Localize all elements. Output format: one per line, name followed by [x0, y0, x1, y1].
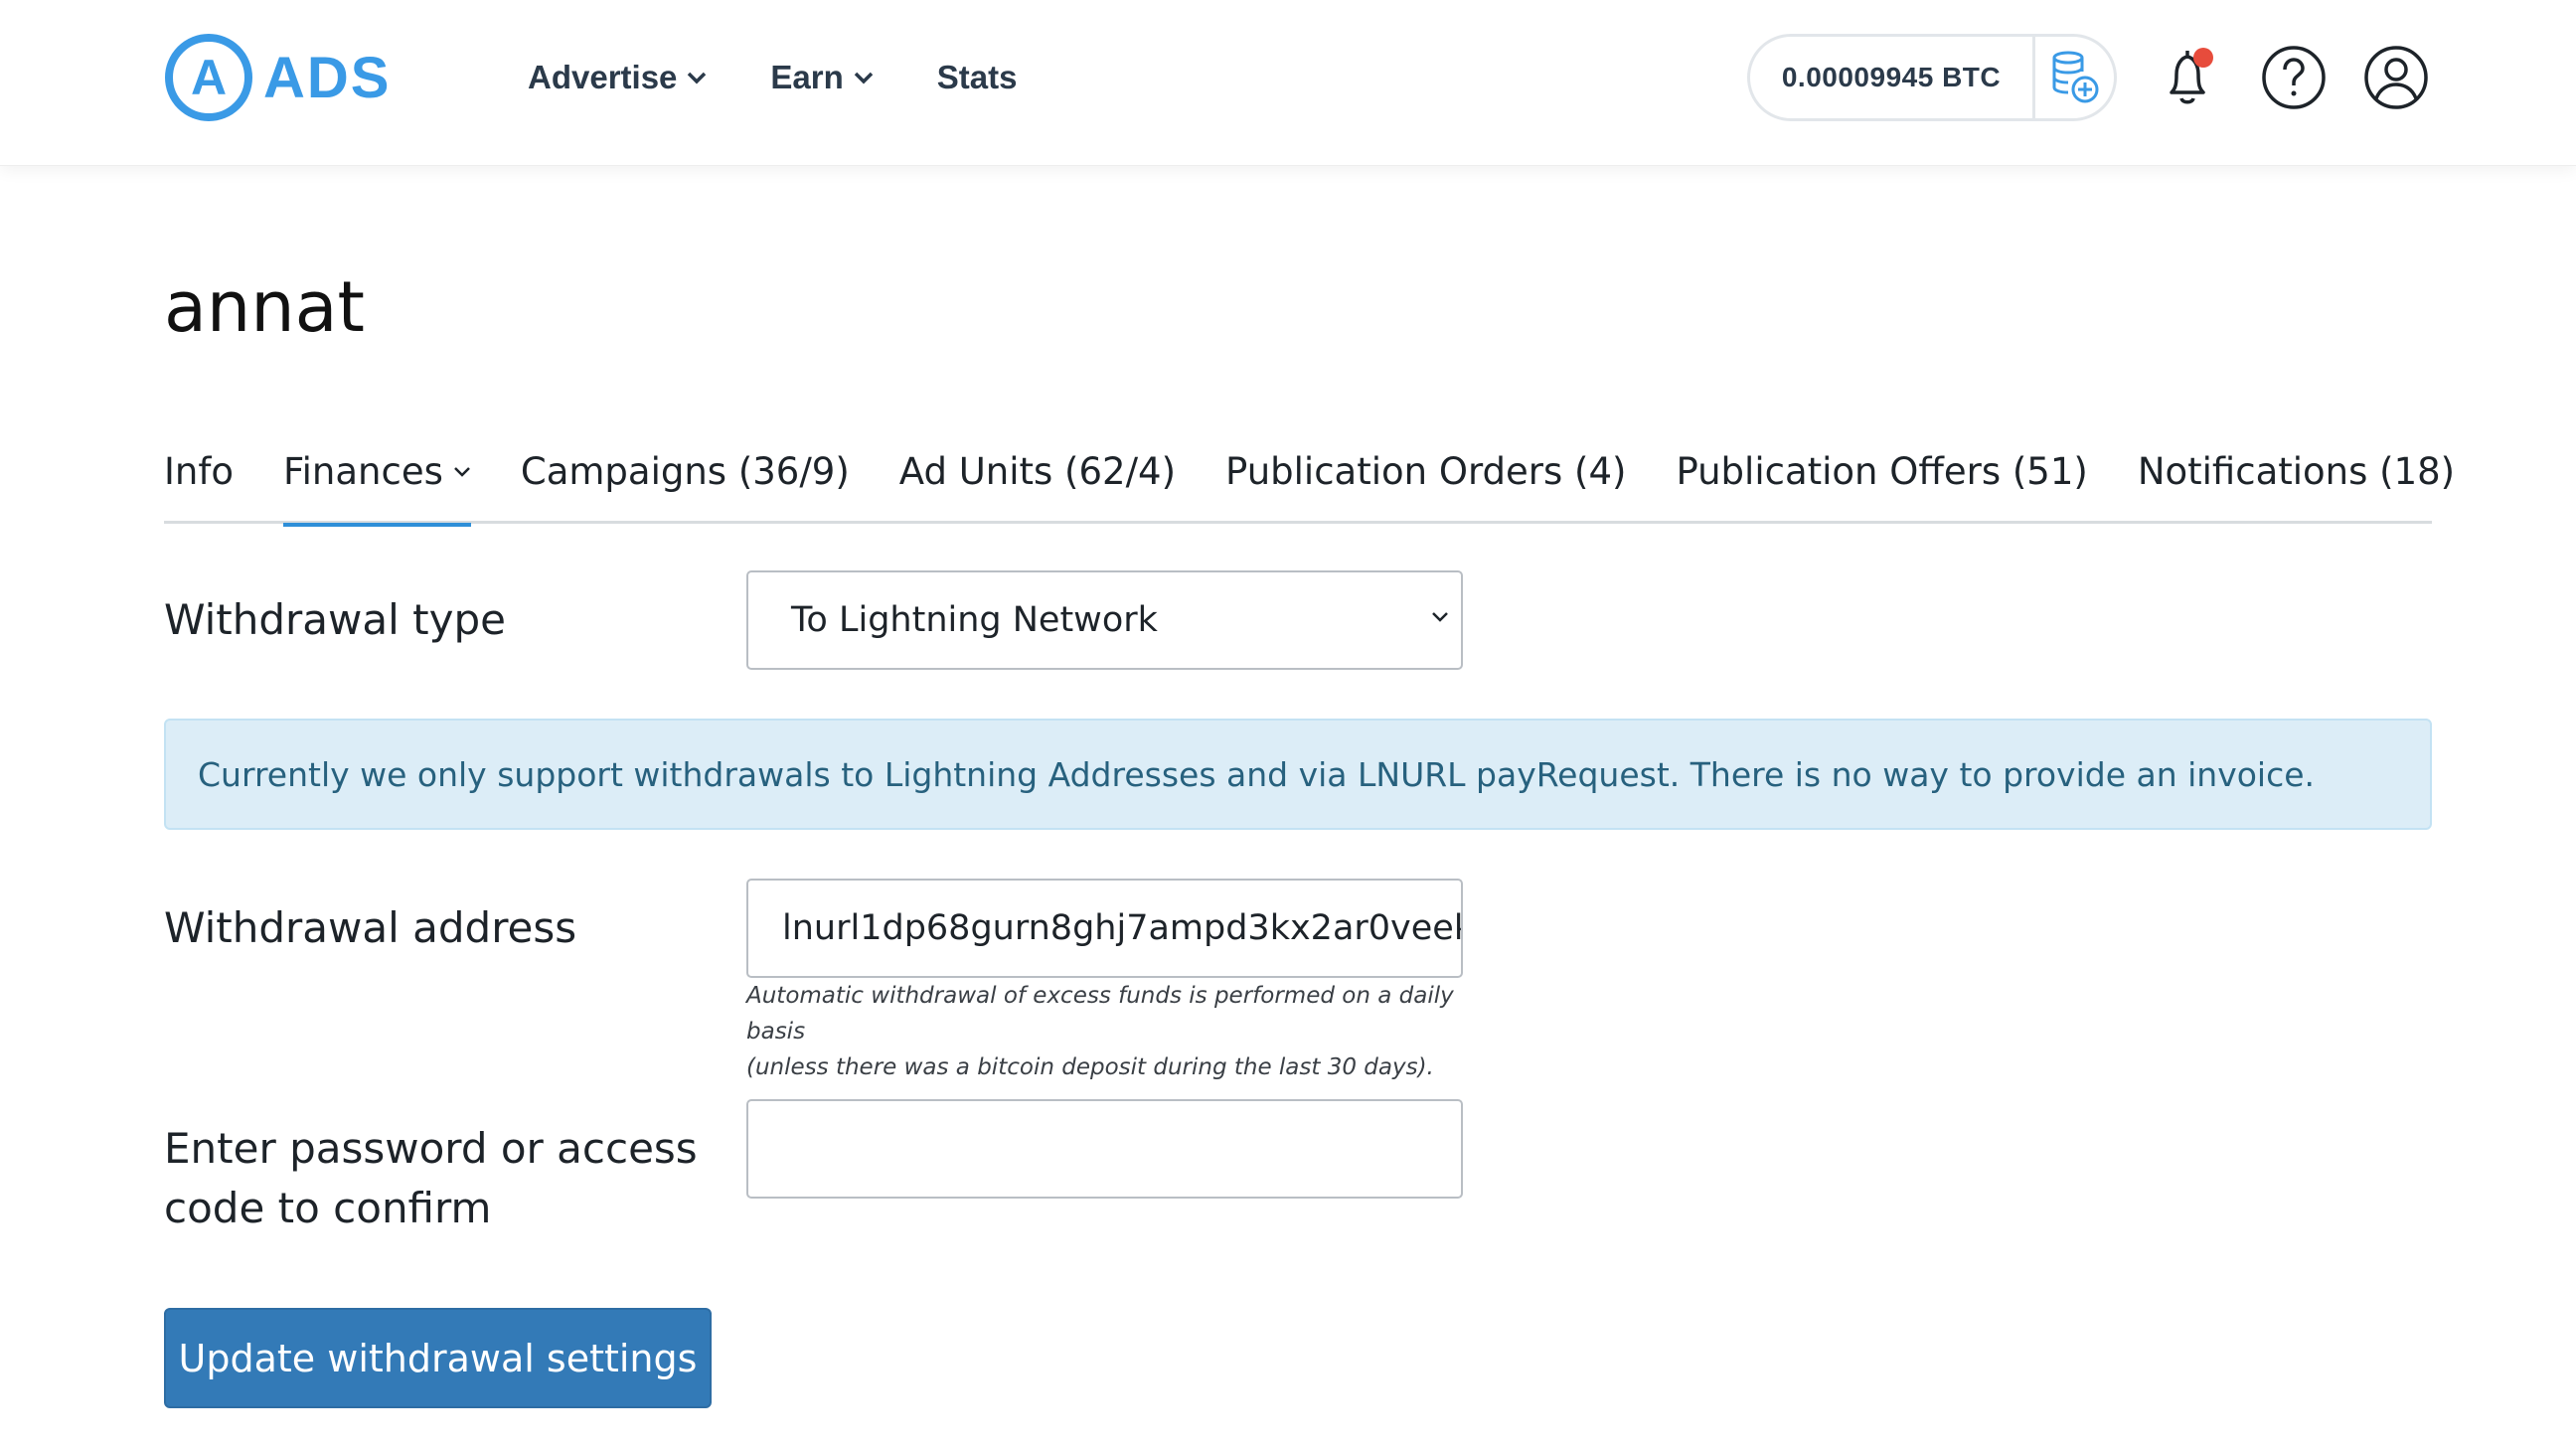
help-icon — [2262, 46, 2326, 109]
tab-finances-label: Finances — [283, 449, 443, 493]
info-alert: Currently we only support withdrawals to… — [164, 719, 2432, 830]
tab-ad-units[interactable]: Ad Units (62/4) — [899, 434, 1176, 524]
page-title: annat — [164, 266, 365, 348]
withdrawal-type-label: Withdrawal type — [164, 595, 506, 644]
balance-widget[interactable]: 0.00009945 BTC — [1747, 34, 2117, 121]
withdrawal-type-select[interactable]: To Lightning Network — [746, 570, 1463, 670]
chevron-down-icon — [1432, 612, 1448, 622]
logo-a-circle-icon: A — [165, 34, 252, 121]
tab-publication-orders[interactable]: Publication Orders (4) — [1225, 434, 1626, 524]
nav-advertise[interactable]: Advertise — [528, 59, 707, 96]
password-label-line2: code to confirm — [164, 1184, 492, 1232]
nav-stats-label: Stats — [936, 59, 1018, 95]
aads-logo[interactable]: A ADS — [164, 33, 391, 122]
coins-add-icon — [2052, 51, 2098, 103]
chevron-down-icon — [453, 467, 470, 477]
help-button[interactable] — [2259, 43, 2329, 112]
chevron-down-icon — [854, 72, 874, 84]
bell-icon — [2170, 48, 2213, 104]
notifications-button[interactable] — [2155, 43, 2224, 112]
withdrawal-address-label: Withdrawal address — [164, 903, 577, 952]
password-label-line1: Enter password or access — [164, 1124, 698, 1173]
tab-campaigns-label: Campaigns (36/9) — [520, 449, 850, 493]
svg-text:A: A — [191, 50, 227, 105]
tab-ad-units-label: Ad Units (62/4) — [898, 449, 1177, 493]
withdrawal-type-value: To Lightning Network — [791, 600, 1158, 640]
tab-publication-offers[interactable]: Publication Offers (51) — [1676, 434, 2087, 524]
nav-earn[interactable]: Earn — [770, 59, 874, 96]
tab-notifications[interactable]: Notifications (18) — [2138, 434, 2455, 524]
tab-info[interactable]: Info — [164, 434, 234, 524]
nav-earn-label: Earn — [770, 59, 844, 95]
withdrawal-hint: Automatic withdrawal of excess funds is … — [746, 978, 1502, 1085]
tab-finances[interactable]: Finances — [283, 434, 471, 527]
tab-notifications-label: Notifications (18) — [2137, 449, 2456, 493]
withdrawal-hint-line2: (unless there was a bitcoin deposit duri… — [746, 1054, 1434, 1080]
update-withdrawal-settings-button[interactable]: Update withdrawal settings — [164, 1308, 712, 1408]
nav-stats[interactable]: Stats — [937, 59, 1018, 96]
password-label: Enter password or access code to confirm — [164, 1119, 698, 1238]
withdrawal-address-input[interactable]: lnurl1dp68gurn8ghj7ampd3kx2ar0veekzar0wd… — [746, 879, 1463, 978]
tab-publication-orders-label: Publication Orders (4) — [1225, 449, 1627, 493]
tab-campaigns[interactable]: Campaigns (36/9) — [521, 434, 850, 524]
logo-text: ADS — [263, 45, 392, 110]
tab-publication-offers-label: Publication Offers (51) — [1676, 449, 2088, 493]
password-input[interactable] — [746, 1099, 1463, 1199]
withdrawal-hint-line1: Automatic withdrawal of excess funds is … — [746, 983, 1454, 1045]
withdrawal-address-value: lnurl1dp68gurn8ghj7ampd3kx2ar0veekzar0wd… — [782, 908, 1463, 948]
user-menu-button[interactable] — [2361, 43, 2431, 112]
tab-info-label: Info — [164, 449, 235, 493]
add-funds-button[interactable] — [2035, 37, 2114, 118]
info-alert-text: Currently we only support withdrawals to… — [198, 754, 2316, 794]
user-icon — [2364, 46, 2428, 109]
chevron-down-icon — [688, 72, 707, 84]
balance-amount: 0.00009945 BTC — [1781, 62, 2002, 92]
nav-advertise-label: Advertise — [528, 59, 678, 95]
top-header: A ADS Advertise Earn Stats 0.00009945 BT… — [0, 0, 2576, 166]
main-nav: Advertise Earn Stats — [528, 52, 1080, 103]
page-tabs: Info Finances Campaigns (36/9) Ad Units … — [164, 434, 2455, 527]
